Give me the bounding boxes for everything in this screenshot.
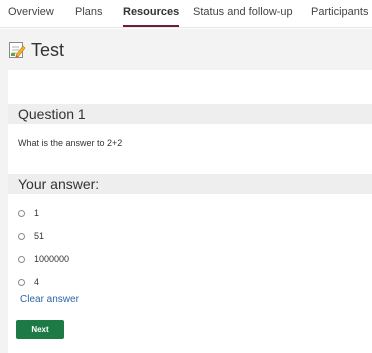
answer-option[interactable]: 51 bbox=[18, 231, 44, 241]
answer-option-label: 4 bbox=[34, 277, 40, 287]
radio-button[interactable] bbox=[18, 278, 25, 286]
question-text: What is the answer to 2+2 bbox=[18, 138, 123, 148]
tab-plans[interactable]: Plans bbox=[75, 6, 103, 18]
answer-option[interactable]: 1000000 bbox=[18, 254, 69, 264]
tab-resources[interactable]: Resources bbox=[123, 6, 180, 27]
test-title-row: Test bbox=[8, 37, 64, 63]
answer-option-label: 1000000 bbox=[34, 254, 70, 264]
answer-option-label: 51 bbox=[34, 231, 45, 241]
answer-option-label: 1 bbox=[34, 208, 40, 218]
next-button[interactable]: Next bbox=[16, 320, 64, 339]
clear-answer-link[interactable]: Clear answer bbox=[20, 294, 79, 305]
radio-button[interactable] bbox=[18, 209, 25, 217]
answer-header: Your answer: bbox=[8, 174, 372, 194]
question-header: Question 1 bbox=[8, 104, 372, 124]
tab-bar: Overview Plans Resources Status and foll… bbox=[0, 0, 372, 28]
tab-overview[interactable]: Overview bbox=[8, 6, 54, 18]
answer-option[interactable]: 4 bbox=[18, 277, 39, 287]
radio-button[interactable] bbox=[18, 232, 25, 240]
page-title: Test bbox=[31, 39, 65, 60]
tab-status-and-follow-up[interactable]: Status and follow-up bbox=[193, 6, 293, 18]
test-edit-icon bbox=[8, 41, 26, 59]
tab-participants[interactable]: Participants bbox=[311, 6, 368, 18]
answer-option[interactable]: 1 bbox=[18, 208, 39, 218]
radio-button[interactable] bbox=[18, 255, 25, 263]
